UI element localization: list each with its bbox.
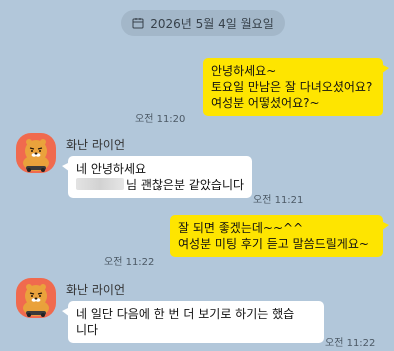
message-time: 오전 11:21: [253, 195, 304, 206]
sender-name: 화난 라이언: [66, 138, 126, 152]
date-divider: 2026년 5월 4일 월요일: [121, 10, 285, 36]
contact-avatar[interactable]: [16, 133, 56, 173]
message-line: 안녕하세요~: [211, 64, 277, 78]
redacted-name: [76, 178, 124, 190]
outgoing-message-bubble[interactable]: 안녕하세요~ 토요일 만남은 잘 다녀오셨어요? 여성분 어떻셨어요?~: [203, 58, 389, 116]
message-line: 니다: [76, 323, 99, 337]
message-line: 님 괜찮은분 같았습니다: [126, 178, 245, 192]
calendar-icon: [132, 18, 144, 29]
message-line: 네 안녕하세요: [76, 162, 147, 176]
message-line: 여성분 어떻셨어요?~: [211, 96, 320, 110]
incoming-message-bubble[interactable]: 네 안녕하세요 님 괜찮은분 같았습니다: [62, 156, 252, 198]
message-line: 여성분 미팅 후기 듣고 말씀드릴게요~: [178, 237, 369, 251]
message-line: 잘 되면 좋겠는데~~^^: [178, 221, 304, 235]
contact-avatar[interactable]: [16, 278, 56, 318]
message-time: 오전 11:22: [325, 338, 376, 349]
message-line-with-redacted-name: 님 괜찮은분 같았습니다: [76, 177, 244, 193]
outgoing-message-bubble[interactable]: 잘 되면 좋겠는데~~^^ 여성분 미팅 후기 듣고 말씀드릴게요~: [170, 215, 389, 257]
message-line: 토요일 만남은 잘 다녀오셨어요?: [211, 80, 373, 94]
message-line: 네 일단 다음에 한 번 더 보기로 하기는 했습: [76, 307, 295, 321]
message-time: 오전 11:20: [135, 114, 186, 125]
date-divider-text: 2026년 5월 4일 월요일: [150, 16, 274, 31]
message-time: 오전 11:22: [104, 257, 155, 268]
lion-character-icon: [23, 139, 49, 172]
lion-character-icon: [23, 284, 49, 317]
incoming-message-bubble[interactable]: 네 일단 다음에 한 번 더 보기로 하기는 했습 니다: [62, 301, 324, 343]
sender-name: 화난 라이언: [66, 283, 126, 297]
